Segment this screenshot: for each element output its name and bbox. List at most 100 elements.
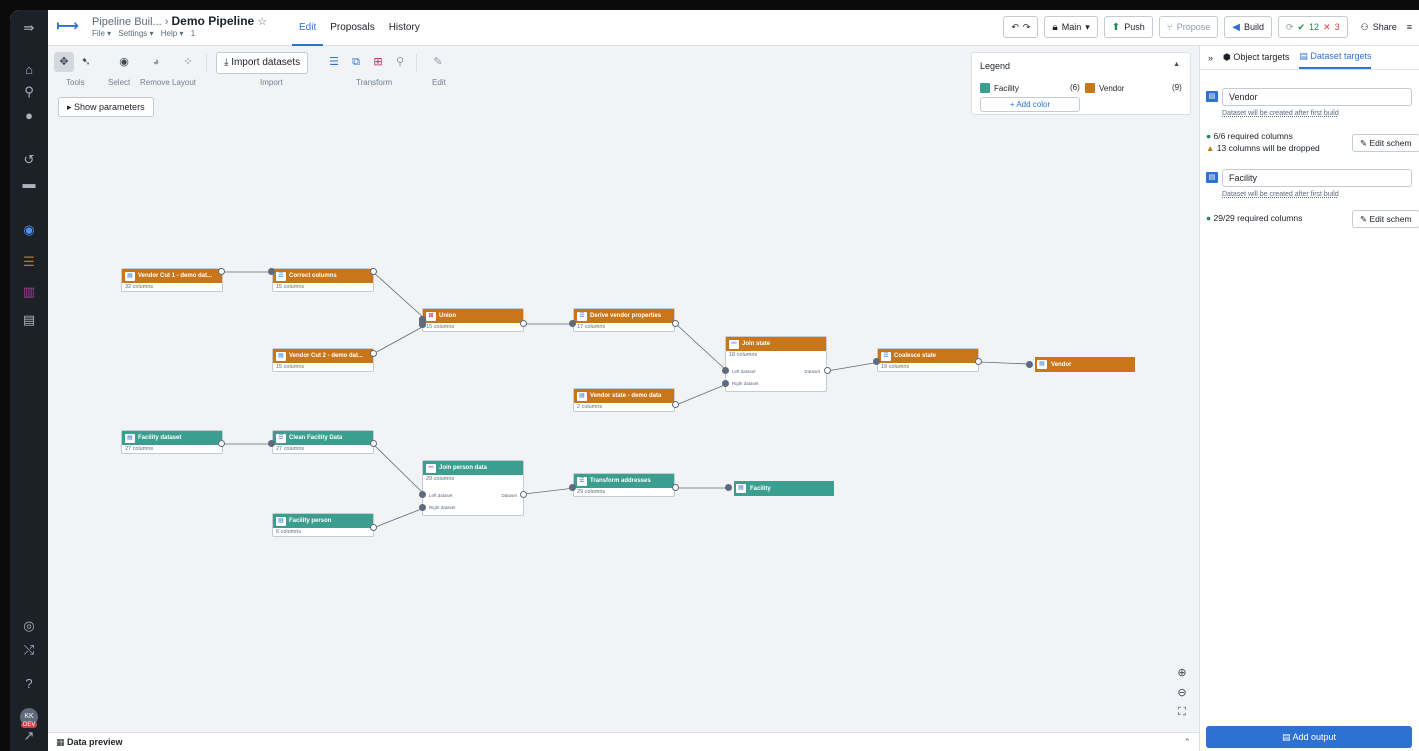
node-join-state[interactable]: ⚯ Join state 18 columns Left dataset Righ… xyxy=(725,336,827,392)
redo-icon[interactable]: ↷ xyxy=(1023,22,1031,33)
input-port[interactable] xyxy=(569,320,576,327)
menu-file[interactable]: File ▾ xyxy=(92,29,111,38)
history-icon[interactable]: ↺ xyxy=(19,150,39,170)
target-name-input[interactable]: Vendor xyxy=(1222,88,1412,106)
transform-icon[interactable]: ☰ xyxy=(324,52,344,72)
input-port-right[interactable] xyxy=(419,504,426,511)
node-vendor-output[interactable]: ▤ Vendor xyxy=(1035,357,1135,372)
node-transform-addresses[interactable]: ☰ Transform addresses 29 columns xyxy=(573,473,675,497)
node-facility-output[interactable]: ▤ Facility xyxy=(734,481,834,496)
branch-select[interactable]: 🔒︎ Main ▾ xyxy=(1044,16,1098,38)
edit-schema-button[interactable]: ✎ Edit schem xyxy=(1352,134,1419,152)
add-color-button[interactable]: + Add color xyxy=(980,97,1080,112)
pointer-tool-icon[interactable]: ➷ xyxy=(76,52,96,72)
node-derive-vendor-properties[interactable]: ☰ Derive vendor properties 17 columns xyxy=(573,308,675,332)
select-icon[interactable]: ◉ xyxy=(114,52,134,72)
input-port-right[interactable] xyxy=(722,380,729,387)
notification-icon[interactable]: ● xyxy=(19,106,39,126)
input-port-left[interactable] xyxy=(419,491,426,498)
remove-icon[interactable]: ◕ xyxy=(146,52,166,72)
pipeline-icon[interactable]: ☰ xyxy=(19,252,39,272)
output-port[interactable] xyxy=(672,401,679,408)
add-output-button[interactable]: ▤ Add output xyxy=(1206,726,1412,748)
node-coalesce-state[interactable]: ☰ Coalesce state 19 columns xyxy=(877,348,979,372)
propose-button[interactable]: ⑂ Propose xyxy=(1158,16,1219,38)
node-clean-facility-data[interactable]: ☰ Clean Facility Data 27 columns xyxy=(272,430,374,454)
home-icon[interactable]: ⌂ xyxy=(19,60,39,80)
legend-item-vendor[interactable]: Vendor xyxy=(1085,83,1124,93)
node-facility-person[interactable]: ▤ Facility person 6 columns xyxy=(272,513,374,537)
output-port[interactable] xyxy=(218,440,225,447)
build-button[interactable]: ◀ Build xyxy=(1224,16,1272,38)
edit-pencil-icon[interactable]: ✎ xyxy=(428,52,448,72)
support-icon[interactable]: ◎ xyxy=(19,616,39,636)
union-tool-icon[interactable]: ⊞ xyxy=(368,52,388,72)
output-port[interactable] xyxy=(370,524,377,531)
input-port[interactable] xyxy=(873,358,880,365)
input-port[interactable] xyxy=(1026,361,1033,368)
pan-tool-icon[interactable]: ✥ xyxy=(54,52,74,72)
input-port-left[interactable] xyxy=(722,367,729,374)
shuffle-icon[interactable]: ⤭ xyxy=(19,640,39,660)
input-port[interactable] xyxy=(419,316,426,328)
help-icon[interactable]: ? xyxy=(19,674,39,694)
copy-transform-icon[interactable]: ⧉ xyxy=(346,52,366,72)
checks-summary[interactable]: ⟳ ✔ 12 ✕ 3 xyxy=(1277,16,1348,38)
legend-item-facility[interactable]: Facility xyxy=(980,83,1019,93)
push-button[interactable]: ⬆ Push xyxy=(1103,16,1153,38)
zoom-out-icon[interactable]: ⊖ xyxy=(1173,686,1191,706)
menu-help[interactable]: Help ▾ xyxy=(161,29,184,38)
files-icon[interactable]: ▤ xyxy=(19,310,39,330)
input-port[interactable] xyxy=(569,484,576,491)
output-port[interactable] xyxy=(672,484,679,491)
show-parameters-button[interactable]: ▸ Show parameters xyxy=(58,97,154,117)
share-button[interactable]: ⚇ Share ≡ xyxy=(1353,16,1419,38)
graph-canvas[interactable]: ▤ Vendor Cut 1 - demo dat... 32 columns ☰… xyxy=(48,46,1199,732)
search-icon[interactable]: ⚲ xyxy=(390,52,410,72)
undo-icon[interactable]: ↶ xyxy=(1011,22,1019,33)
menu-toggle-icon[interactable]: ⇛ xyxy=(19,18,39,38)
node-correct-columns[interactable]: ☰ Correct columns 15 columns xyxy=(272,268,374,292)
output-port[interactable] xyxy=(370,350,377,357)
import-datasets-button[interactable]: ⤓ Import datasets xyxy=(216,52,309,74)
collapse-icon[interactable]: ▲ xyxy=(1173,61,1180,68)
node-vendor-cut-2[interactable]: ▤ Vendor Cut 2 - demo dat... 15 columns xyxy=(272,348,374,372)
app-name-link[interactable]: Pipeline Buil... xyxy=(92,16,162,28)
tab-proposals[interactable]: Proposals xyxy=(323,10,381,46)
tab-dataset-targets[interactable]: ▤ Dataset targets xyxy=(1299,46,1372,69)
node-facility-dataset[interactable]: ▤ Facility dataset 27 columns xyxy=(121,430,223,454)
node-union[interactable]: ⊞ Union 15 columns xyxy=(422,308,524,332)
node-join-person-data[interactable]: ⚯ Join person data 29 columns Left datase… xyxy=(422,460,524,516)
branch-count[interactable]: 1 xyxy=(191,29,195,38)
input-port[interactable] xyxy=(725,484,732,491)
output-port[interactable] xyxy=(370,440,377,447)
tab-edit[interactable]: Edit xyxy=(292,10,324,46)
output-port[interactable] xyxy=(218,268,225,275)
data-preview-bar[interactable]: ▦ Data preview ⌃ xyxy=(48,732,1199,751)
expand-icon[interactable]: ↗ xyxy=(19,726,39,746)
more-menu-icon[interactable]: ≡ xyxy=(1407,22,1412,32)
target-name-input[interactable]: Facility xyxy=(1222,169,1412,187)
fit-to-screen-icon[interactable]: ⛶ xyxy=(1173,706,1191,726)
menu-settings[interactable]: Settings ▾ xyxy=(118,29,153,38)
tab-object-targets[interactable]: ⬢ Object targets xyxy=(1223,47,1289,68)
node-vendor-cut-1[interactable]: ▤ Vendor Cut 1 - demo dat... 32 columns xyxy=(121,268,223,292)
edit-schema-button[interactable]: ✎ Edit schem xyxy=(1352,210,1419,228)
output-port[interactable] xyxy=(370,268,377,275)
layout-icon[interactable]: ⁘ xyxy=(178,52,198,72)
output-port[interactable] xyxy=(824,367,831,374)
explore-icon[interactable]: ◉ xyxy=(19,220,39,240)
input-port[interactable] xyxy=(268,268,275,275)
star-icon[interactable]: ☆ xyxy=(257,16,267,28)
node-vendor-state[interactable]: ▤ Vendor state - demo data 2 columns xyxy=(573,388,675,412)
folder-icon[interactable]: ▬ xyxy=(19,174,39,194)
output-port[interactable] xyxy=(520,491,527,498)
output-port[interactable] xyxy=(975,358,982,365)
zoom-in-icon[interactable]: ⊕ xyxy=(1173,666,1191,686)
search-icon[interactable]: ⚲ xyxy=(19,82,39,102)
expand-up-icon[interactable]: ⌃ xyxy=(1183,733,1191,751)
output-port[interactable] xyxy=(672,320,679,327)
input-port[interactable] xyxy=(268,440,275,447)
tab-history[interactable]: History xyxy=(382,10,427,46)
analytics-icon[interactable]: ▥ xyxy=(19,282,39,302)
